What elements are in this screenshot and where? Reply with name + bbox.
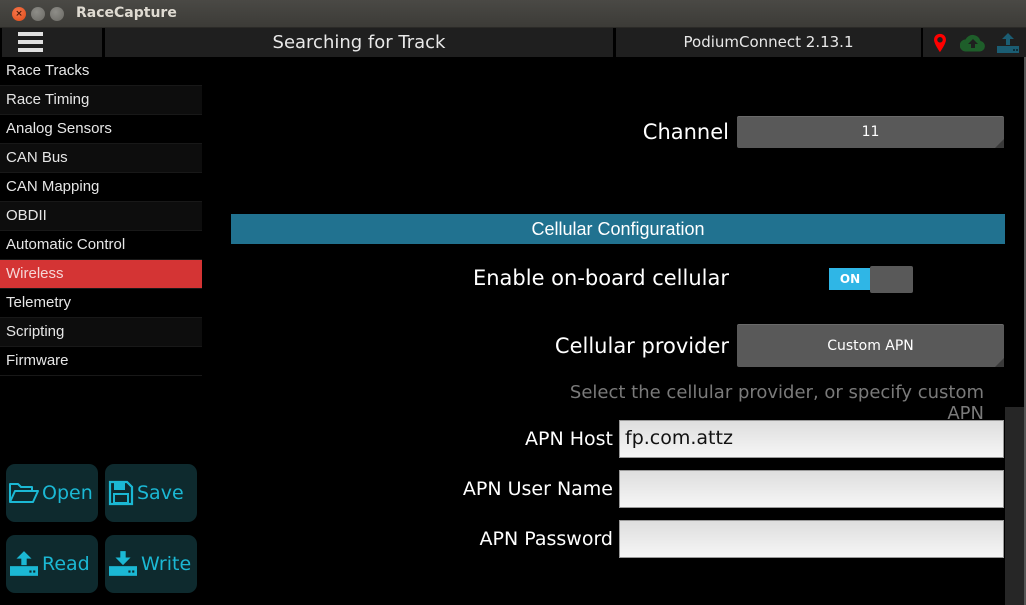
floppy-disk-icon: [108, 480, 134, 506]
sidebar-item-race-tracks[interactable]: Race Tracks: [0, 57, 202, 86]
window-maximize-button[interactable]: [50, 7, 64, 21]
sidebar-item-automatic-control[interactable]: Automatic Control: [0, 231, 202, 260]
sidebar-item-can-bus[interactable]: CAN Bus: [0, 144, 202, 173]
app-header: Searching for Track PodiumConnect 2.13.1: [0, 28, 1026, 57]
main-scrollbar[interactable]: [1005, 407, 1024, 605]
window-close-button[interactable]: ×: [12, 7, 26, 21]
map-marker-icon[interactable]: [929, 32, 951, 54]
save-label: Save: [137, 482, 184, 504]
sidebar: Race Tracks Race Timing Analog Sensors C…: [0, 57, 202, 376]
podium-status[interactable]: PodiumConnect 2.13.1: [616, 28, 921, 57]
enable-cellular-switch[interactable]: ON: [829, 266, 913, 293]
upload-to-device-icon: [109, 551, 137, 576]
channel-value: 11: [861, 124, 880, 140]
window-title: RaceCapture: [76, 5, 177, 21]
sidebar-item-can-mapping[interactable]: CAN Mapping: [0, 173, 202, 202]
sidebar-item-analog-sensors[interactable]: Analog Sensors: [0, 115, 202, 144]
switch-knob[interactable]: [870, 266, 913, 293]
channel-select[interactable]: 11: [737, 116, 1004, 148]
switch-on-indicator: ON: [829, 268, 871, 290]
enable-cellular-label: Enable on-board cellular: [472, 266, 729, 290]
cellular-provider-hint: Select the cellular provider, or specify…: [569, 382, 984, 424]
apn-username-input[interactable]: [619, 470, 1004, 508]
sidebar-item-firmware[interactable]: Firmware: [0, 347, 202, 376]
save-button[interactable]: Save: [105, 464, 197, 522]
read-button[interactable]: Read: [6, 535, 98, 593]
folder-open-icon: [9, 483, 39, 503]
apn-password-input[interactable]: [619, 520, 1004, 558]
window-minimize-button[interactable]: [31, 7, 45, 21]
sidebar-item-wireless[interactable]: Wireless: [0, 260, 202, 289]
section-header-cellular: Cellular Configuration: [231, 214, 1005, 244]
menu-button[interactable]: [2, 28, 102, 57]
window-titlebar: × RaceCapture: [0, 0, 1026, 28]
open-button[interactable]: Open: [6, 464, 98, 522]
cellular-provider-select[interactable]: Custom APN: [737, 324, 1004, 367]
sidebar-item-race-timing[interactable]: Race Timing: [0, 86, 202, 115]
apn-host-label: APN Host: [525, 428, 613, 450]
status-icons: [923, 28, 1026, 57]
sidebar-item-scripting[interactable]: Scripting: [0, 318, 202, 347]
hamburger-icon: [18, 32, 43, 52]
read-label: Read: [42, 553, 90, 575]
open-label: Open: [42, 482, 93, 504]
write-label: Write: [141, 553, 192, 575]
cellular-provider-label: Cellular provider: [554, 334, 729, 358]
dropdown-corner-icon: [995, 358, 1004, 367]
write-button[interactable]: Write: [105, 535, 197, 593]
apn-host-input[interactable]: fp.com.attz: [619, 420, 1004, 458]
apn-username-label: APN User Name: [462, 478, 613, 500]
cellular-provider-value: Custom APN: [827, 338, 914, 354]
sidebar-item-telemetry[interactable]: Telemetry: [0, 289, 202, 318]
download-from-device-icon: [10, 551, 38, 576]
channel-label: Channel: [642, 120, 729, 144]
track-status: Searching for Track: [105, 28, 613, 57]
dropdown-corner-icon: [995, 139, 1004, 148]
sidebar-item-obdii[interactable]: OBDII: [0, 202, 202, 231]
upload-icon[interactable]: [995, 32, 1021, 54]
cloud-upload-icon[interactable]: [960, 32, 986, 54]
apn-password-label: APN Password: [479, 528, 613, 550]
